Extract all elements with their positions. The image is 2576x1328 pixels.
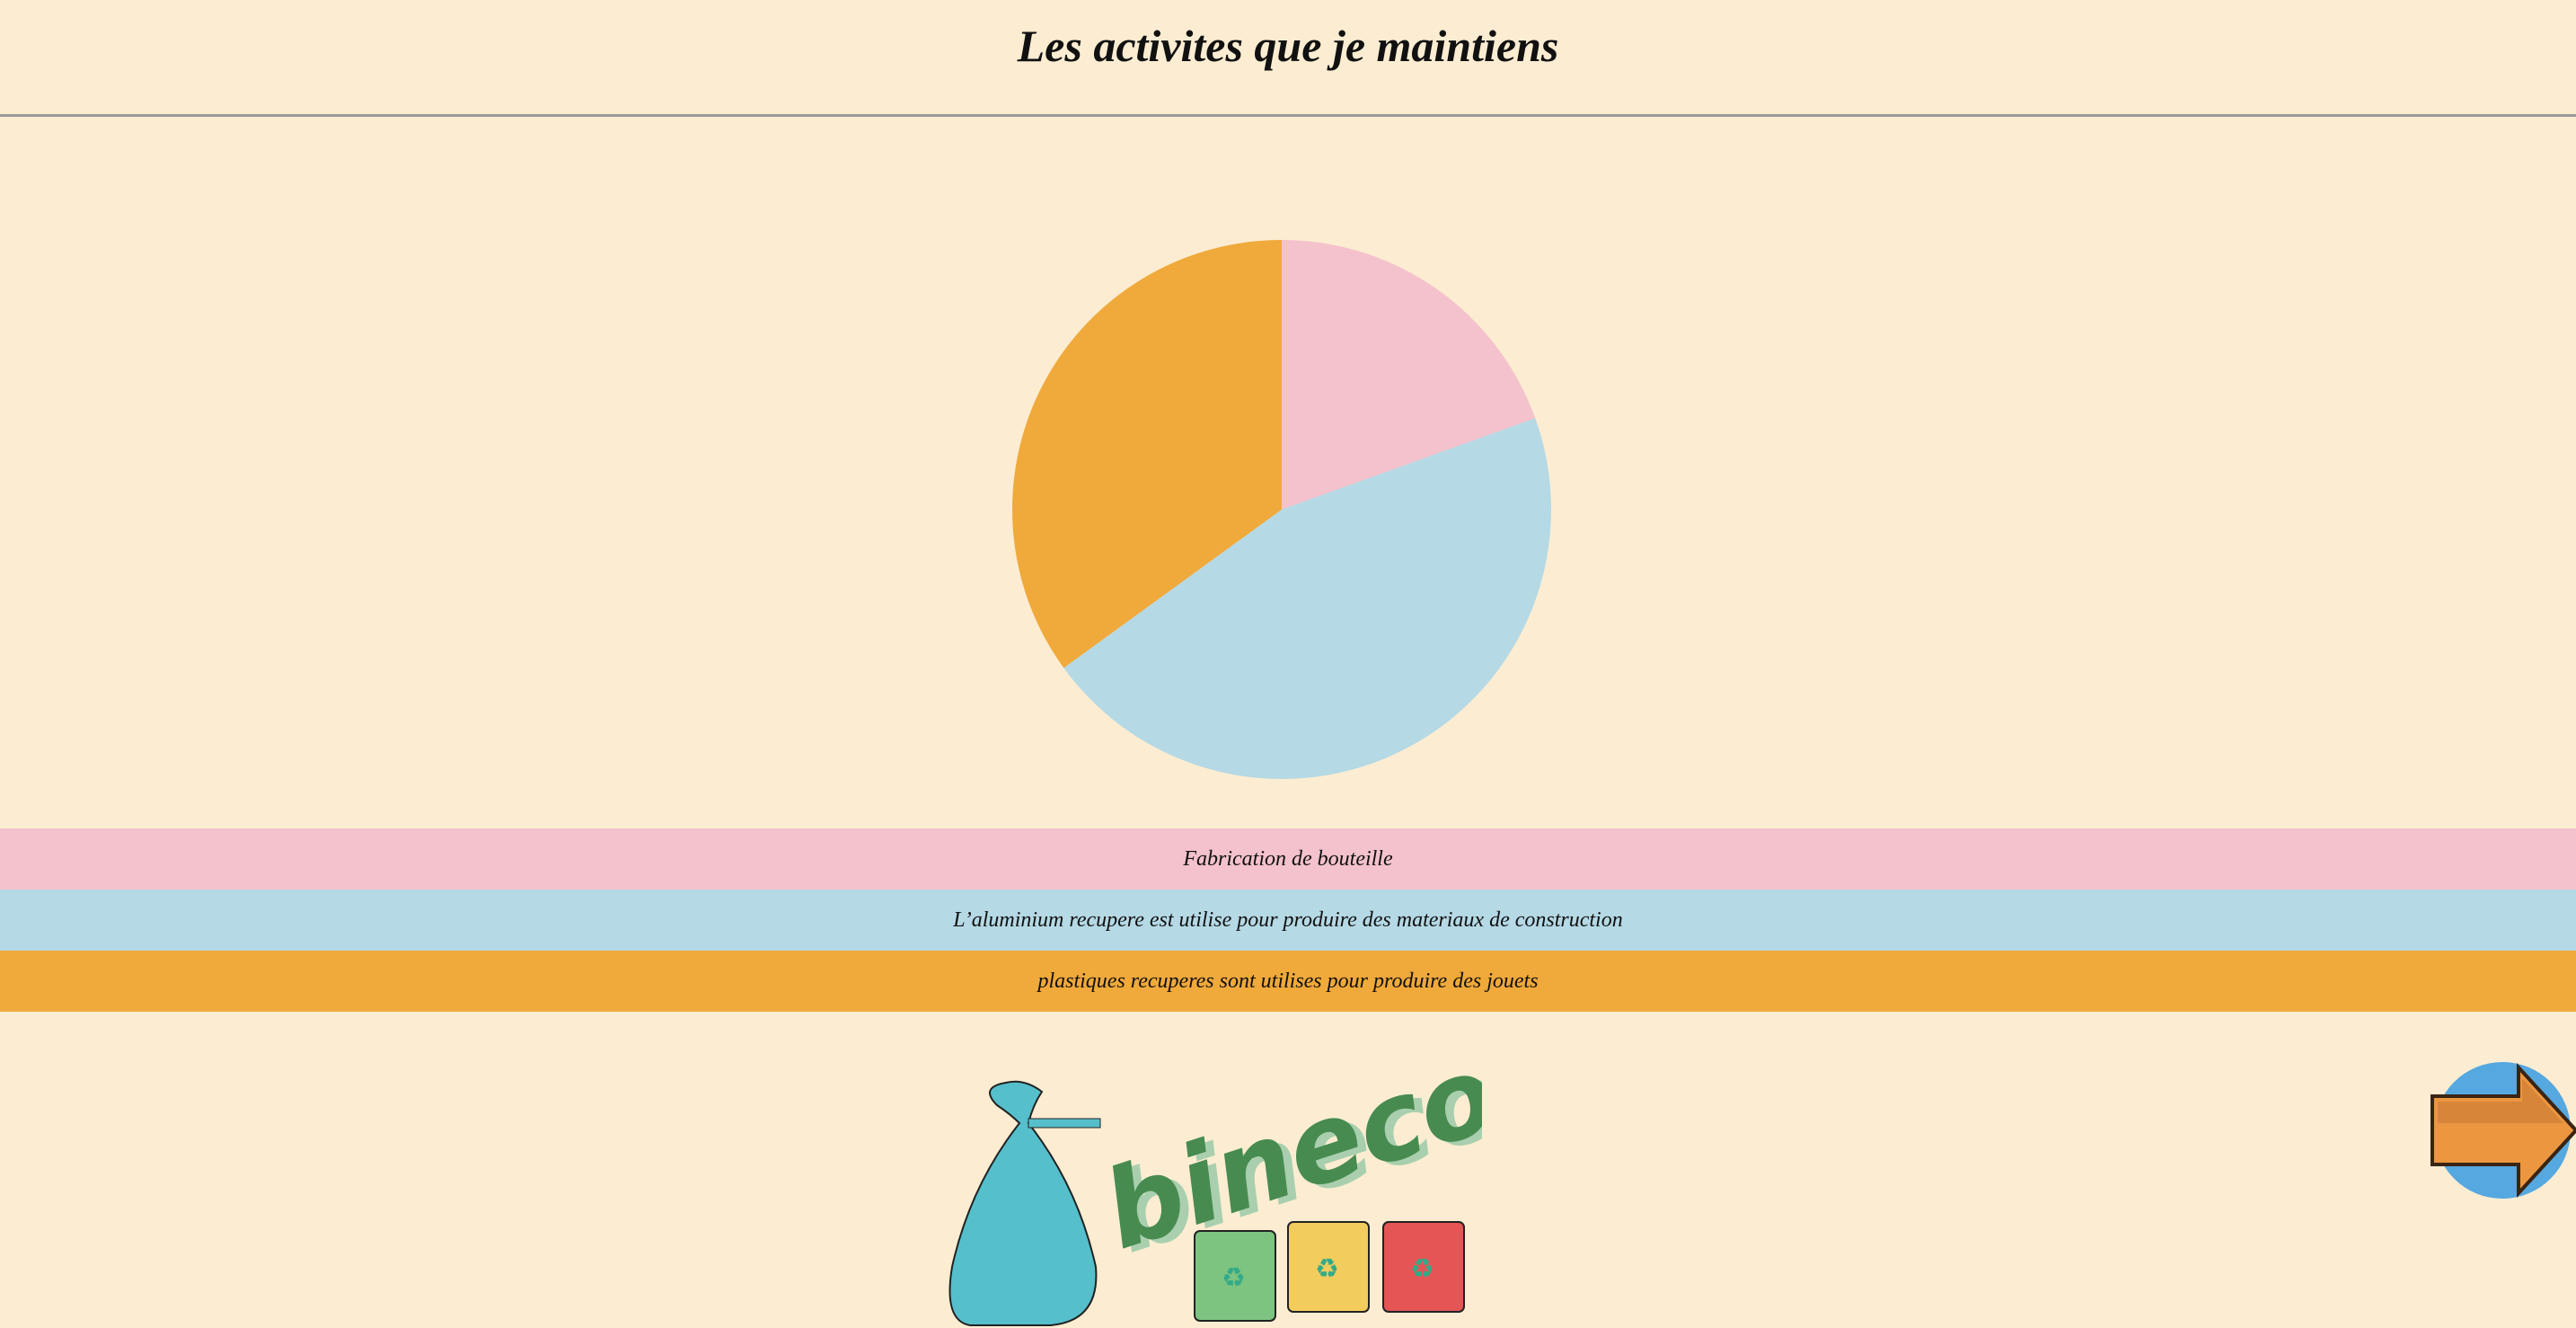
legend-item: L’aluminium recupere est utilise pour pr… xyxy=(0,890,2576,951)
next-button[interactable] xyxy=(2429,1060,2576,1200)
header-divider xyxy=(0,114,2576,117)
bineco-logo: bineco bineco ♻ ♻ ♻ xyxy=(948,1051,1482,1326)
green-bin-icon: ♻ xyxy=(1194,1230,1276,1322)
page-title: Les activites que je maintiens xyxy=(1017,21,1559,71)
pie-chart xyxy=(1012,240,1551,780)
trash-bag-icon xyxy=(948,1080,1101,1326)
red-bin-icon: ♻ xyxy=(1382,1221,1465,1313)
svg-text:♻: ♻ xyxy=(1410,1253,1434,1285)
yellow-bin-icon: ♻ xyxy=(1287,1221,1370,1313)
svg-text:♻: ♻ xyxy=(1315,1253,1339,1285)
legend-item: Fabrication de bouteille xyxy=(0,828,2576,890)
legend-item: plastiques recuperes sont utilises pour … xyxy=(0,951,2576,1012)
svg-text:♻: ♻ xyxy=(1222,1262,1246,1294)
